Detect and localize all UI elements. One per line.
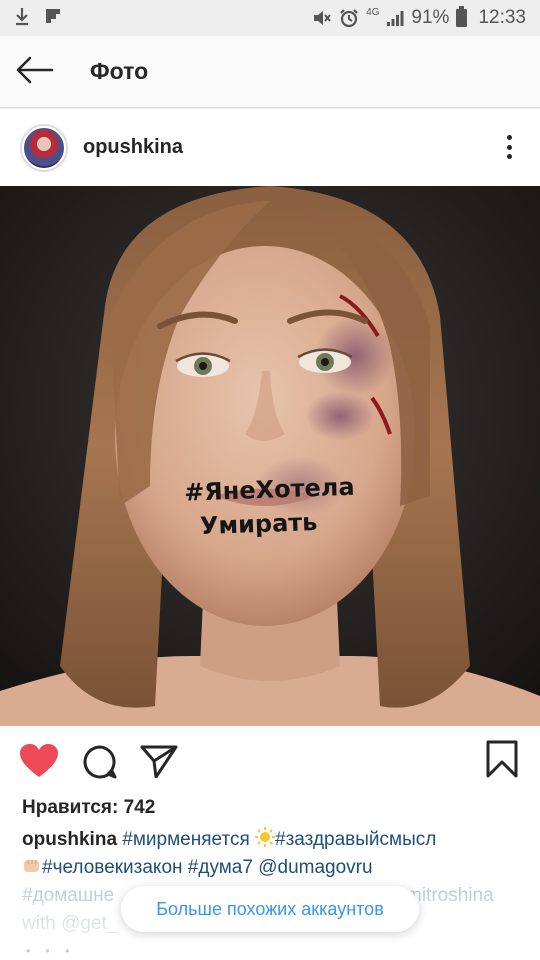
avatar-image [22,126,66,170]
alarm-icon [340,9,358,28]
more-options-button[interactable] [502,132,516,162]
hashtag[interactable]: #мирменяется [122,829,249,850]
status-bar: 4G 91% 12:33 [0,0,540,36]
send-icon [140,745,178,779]
battery-icon [456,6,468,27]
caption-fragment: with @get_ [22,913,118,934]
comment-icon [83,745,117,779]
download-icon [16,8,28,26]
face-text-line2: Умирать [199,508,317,540]
status-left [14,6,62,26]
comment-button[interactable] [82,744,118,785]
network-label: 4G [366,6,380,18]
status-right: 4G 91% 12:33 [312,6,526,29]
share-button[interactable] [140,744,178,783]
mention[interactable]: mitroshina [406,882,494,910]
more-dot-icon [506,135,512,140]
hashtag[interactable]: #заздравыйсмысл [275,829,436,850]
pagination-dots: • • • [26,944,76,958]
app-bar: Фото [0,36,540,108]
like-button[interactable] [20,744,58,783]
avatar[interactable] [20,124,68,172]
page-title: Фото [90,58,149,84]
more-dot-icon [506,154,512,159]
save-button[interactable] [486,740,518,783]
post-header: opushkina [0,110,540,186]
hashtag[interactable]: #человекизакон [42,857,183,878]
hashtag[interactable]: #дума7 [188,857,253,878]
flipboard-icon [46,9,60,23]
likes-count[interactable]: Нравится: 742 [22,797,155,819]
mute-icon [314,11,331,25]
post-username[interactable]: opushkina [83,136,183,159]
arrow-left-icon [16,56,54,84]
mention[interactable]: @dumagovru [258,857,372,878]
clock: 12:33 [478,7,526,28]
post-actions [0,726,540,794]
fist-emoji-icon [24,860,39,872]
signal-icon [387,11,404,26]
caption-username[interactable]: opushkina [22,829,117,850]
caption-line-1: opushkina #мирменяется #заздравыйсмысл [22,826,522,854]
caption-line-2: #человекизакон #дума7 @dumagovru [22,854,522,882]
bookmark-icon [486,740,518,778]
sun-emoji-icon [255,827,276,847]
more-similar-accounts-button[interactable]: Больше похожих аккаунтов [121,886,419,932]
heart-icon [20,744,58,777]
battery-percent: 91% [411,7,450,28]
portrait-image: #ЯнеХотела Умирать [0,186,540,726]
more-dot-icon [506,144,512,150]
face-text-line1: #ЯнеХотела [184,473,355,507]
back-button[interactable] [14,54,58,90]
post-photo[interactable]: #ЯнеХотела Умирать [0,186,540,726]
hashtag[interactable]: #домашне [22,885,114,906]
